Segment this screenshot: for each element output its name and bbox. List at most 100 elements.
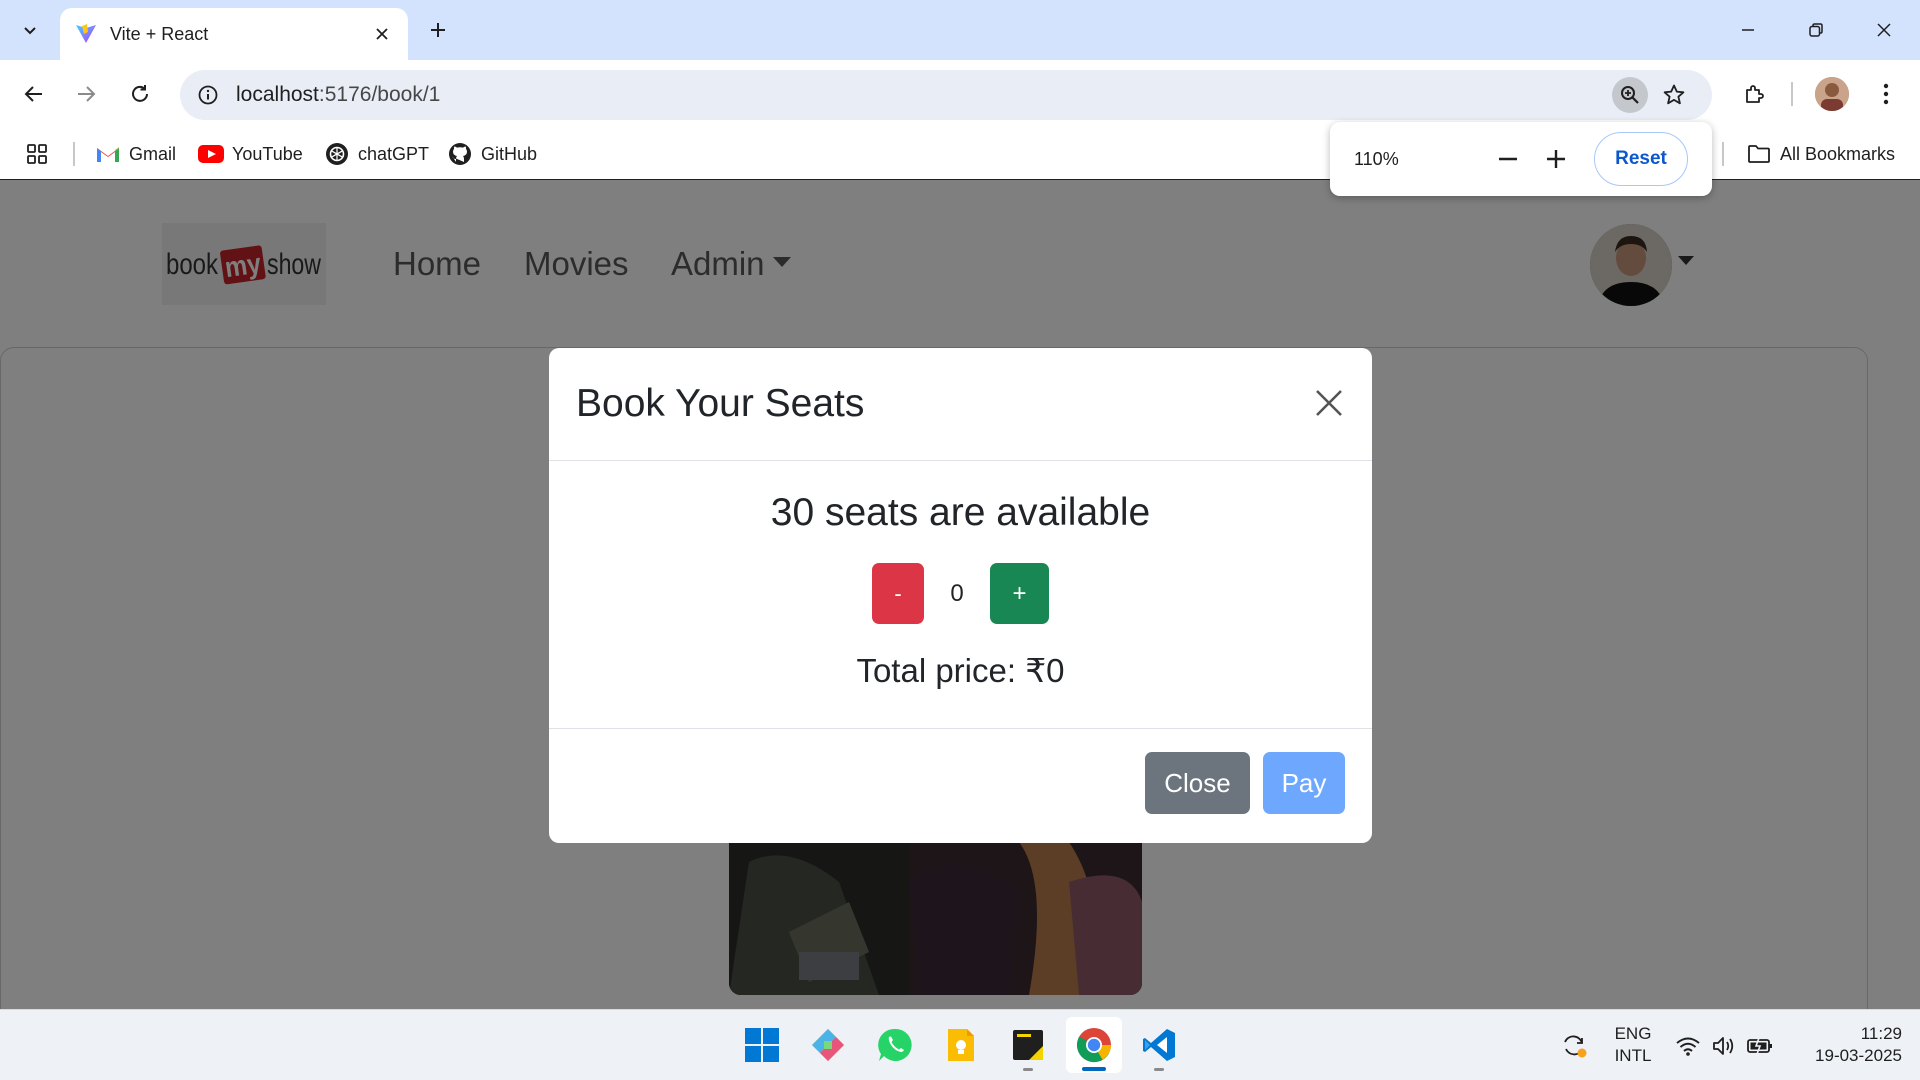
site-info-icon[interactable] xyxy=(180,70,236,120)
increase-seats-button[interactable]: + xyxy=(990,563,1049,624)
chrome-icon xyxy=(1077,1028,1111,1063)
restore-button[interactable] xyxy=(1782,0,1850,60)
start-button[interactable] xyxy=(734,1017,790,1073)
colorful-diamond-icon xyxy=(812,1029,844,1061)
all-bookmarks-button[interactable]: All Bookmarks xyxy=(1746,138,1895,170)
battery-icon[interactable] xyxy=(1746,1034,1774,1058)
modal-title: Book Your Seats xyxy=(576,382,865,425)
zoom-out-button[interactable] xyxy=(1488,139,1528,179)
modal-close-button[interactable] xyxy=(1310,384,1348,422)
bookmark-label: GitHub xyxy=(481,143,538,164)
wifi-icon[interactable] xyxy=(1674,1034,1702,1058)
taskbar-app-keep[interactable] xyxy=(933,1017,989,1073)
active-indicator xyxy=(1082,1067,1106,1071)
close-window-button[interactable] xyxy=(1850,0,1918,60)
bookmarks-divider xyxy=(73,142,75,166)
windows-taskbar: ENG INTL 11:29 19-03-2025 xyxy=(0,1009,1920,1080)
back-button[interactable] xyxy=(14,74,54,114)
decrease-seats-button[interactable]: - xyxy=(872,563,924,624)
tab-strip: Vite + React xyxy=(0,0,1920,60)
browser-toolbar: localhost:5176/book/1 xyxy=(0,60,1920,128)
tab-title: Vite + React xyxy=(110,23,209,44)
tab-search-button[interactable] xyxy=(10,10,50,50)
zoom-popup: 110% Reset xyxy=(1330,122,1712,196)
plus-icon xyxy=(1547,150,1565,168)
chevron-down-icon xyxy=(24,27,36,35)
sync-icon[interactable] xyxy=(1560,1034,1588,1058)
book-seats-modal: Book Your Seats 30 seats are available -… xyxy=(549,348,1372,843)
bookmark-label: chatGPT xyxy=(358,143,430,164)
close-button[interactable]: Close xyxy=(1145,752,1250,814)
taskbar-app-sticky-notes[interactable] xyxy=(1000,1017,1056,1073)
clock-time: 11:29 xyxy=(1860,1024,1902,1043)
reload-button[interactable] xyxy=(120,74,160,114)
close-icon xyxy=(1877,23,1891,37)
running-indicator xyxy=(1023,1068,1033,1071)
gmail-icon xyxy=(95,141,121,167)
running-indicator xyxy=(1154,1068,1164,1071)
language-indicator[interactable]: ENG INTL xyxy=(1608,1023,1658,1067)
address-bar[interactable]: localhost:5176/book/1 xyxy=(180,70,1712,120)
bookmark-label: Gmail xyxy=(129,143,177,164)
google-keep-icon xyxy=(948,1029,974,1061)
taskbar-app-whatsapp[interactable] xyxy=(867,1017,923,1073)
url-path: :5176/book/1 xyxy=(318,83,441,106)
browser-tab[interactable]: Vite + React xyxy=(60,8,408,60)
url-host: localhost xyxy=(236,83,319,106)
reload-icon xyxy=(132,85,148,102)
youtube-icon xyxy=(198,141,224,167)
modal-body: 30 seats are available - 0 + Total price… xyxy=(549,461,1372,728)
zoom-level: 110% xyxy=(1354,148,1399,169)
chrome-menu-icon[interactable] xyxy=(1866,74,1906,114)
zoom-icon[interactable] xyxy=(1612,77,1648,113)
taskbar-app-chrome[interactable] xyxy=(1066,1017,1122,1073)
forward-arrow-icon xyxy=(78,86,96,102)
minimize-icon xyxy=(1742,29,1754,31)
zoom-reset-button[interactable]: Reset xyxy=(1594,132,1688,186)
url-text: localhost:5176/book/1 xyxy=(236,83,440,107)
apps-button[interactable] xyxy=(24,138,58,170)
bookmark-star-icon[interactable] xyxy=(1656,77,1692,113)
extensions-icon[interactable] xyxy=(1735,74,1775,114)
bookmarks-divider xyxy=(1722,142,1724,166)
minus-icon xyxy=(1499,157,1517,161)
bookmark-github[interactable]: GitHub xyxy=(447,138,537,170)
clock[interactable]: 11:29 19-03-2025 xyxy=(1792,1023,1902,1067)
bookmark-youtube[interactable]: YouTube xyxy=(198,138,303,170)
zoom-in-button[interactable] xyxy=(1536,139,1576,179)
taskbar-app-vscode[interactable] xyxy=(1131,1017,1187,1073)
apps-grid-icon xyxy=(24,141,50,167)
plus-icon xyxy=(431,23,445,37)
modal-header: Book Your Seats xyxy=(549,348,1372,461)
keyboard-layout: INTL xyxy=(1614,1046,1652,1065)
bookmark-chatgpt[interactable]: chatGPT xyxy=(324,138,429,170)
vscode-icon xyxy=(1143,1029,1175,1061)
clock-date: 19-03-2025 xyxy=(1815,1046,1902,1065)
all-bookmarks-label: All Bookmarks xyxy=(1780,143,1896,164)
bookmark-label: YouTube xyxy=(232,143,303,164)
whatsapp-icon xyxy=(878,1028,912,1061)
toolbar-divider xyxy=(1791,82,1793,106)
windows-start-icon xyxy=(745,1028,779,1062)
minimize-button[interactable] xyxy=(1714,0,1782,60)
github-icon xyxy=(447,141,473,167)
restore-icon xyxy=(1809,23,1823,37)
folder-icon xyxy=(1746,141,1772,167)
close-icon xyxy=(1316,390,1342,416)
profile-avatar[interactable] xyxy=(1815,77,1849,111)
bookmark-gmail[interactable]: Gmail xyxy=(95,138,176,170)
seats-available-text: 30 seats are available xyxy=(770,491,1151,534)
pay-button[interactable]: Pay xyxy=(1263,752,1345,814)
new-tab-button[interactable] xyxy=(420,12,456,48)
taskbar-app-kite[interactable] xyxy=(800,1017,856,1073)
tab-close-icon[interactable] xyxy=(370,22,394,46)
sticky-notes-icon xyxy=(1013,1030,1043,1060)
vite-icon xyxy=(76,24,96,43)
volume-icon[interactable] xyxy=(1710,1034,1738,1058)
total-price-text: Total price: ₹0 xyxy=(856,652,1065,689)
seat-quantity-stepper: - 0 + xyxy=(549,563,1372,624)
back-arrow-icon xyxy=(24,86,42,102)
modal-footer: Close Pay xyxy=(549,728,1372,843)
chatgpt-icon xyxy=(324,141,350,167)
forward-button[interactable] xyxy=(66,74,106,114)
